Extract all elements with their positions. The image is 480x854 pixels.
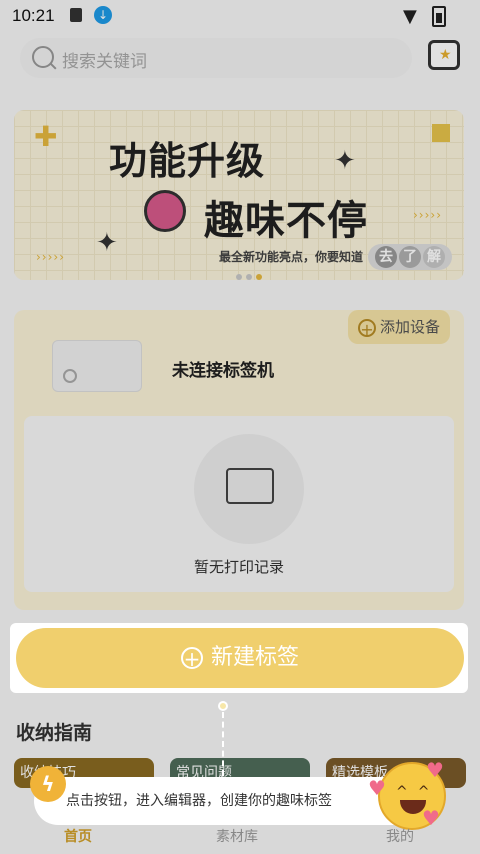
sparkle-icon: ✦ bbox=[96, 228, 118, 258]
guide-pointer-dot bbox=[218, 701, 228, 711]
battery-icon bbox=[432, 6, 446, 27]
banner-title-line2: 趣味不停 bbox=[204, 198, 368, 244]
empty-records-text: 暂无打印记录 bbox=[193, 558, 284, 576]
carousel-indicator bbox=[236, 265, 266, 280]
new-label-text: 新建标签 bbox=[210, 645, 299, 670]
tab-home[interactable]: 首页 bbox=[64, 826, 92, 846]
banner-subtitle: 最全新功能亮点，你要知道 bbox=[219, 250, 364, 264]
heart-icon: ♥ bbox=[426, 758, 444, 782]
square-decoration bbox=[432, 124, 450, 142]
heart-icon: ♥ bbox=[368, 776, 386, 800]
plus-circle-icon: + bbox=[180, 647, 203, 669]
sim-icon bbox=[70, 8, 82, 22]
add-device-label: 添加设备 bbox=[379, 318, 440, 336]
arrows-decoration: ››››› bbox=[36, 250, 65, 264]
print-records-panel: 暂无打印记录 bbox=[24, 416, 454, 592]
tab-materials[interactable]: 素材库 bbox=[216, 826, 258, 846]
search-placeholder: 搜索关键词 bbox=[62, 52, 147, 72]
status-time: 10:21 bbox=[12, 6, 55, 25]
banner-cta[interactable]: 去了解 bbox=[368, 244, 452, 270]
section-title: 收纳指南 bbox=[16, 722, 93, 744]
bottom-tab-bar: 首页 素材库 我的 bbox=[0, 818, 480, 854]
status-bar: 10:21 ↓ ▼ bbox=[0, 0, 480, 32]
empty-printer-icon bbox=[194, 434, 304, 544]
lightning-bulb-icon: ϟ bbox=[30, 766, 66, 802]
promo-banner[interactable]: ✚ 功能升级 ✦ ✦ 趣味不停 ››››› ››››› 最全新功能亮点，你要知道… bbox=[14, 110, 464, 280]
arrows-decoration: ››››› bbox=[413, 208, 442, 222]
wifi-icon: ▼ bbox=[403, 6, 417, 27]
download-icon: ↓ bbox=[94, 6, 112, 24]
add-device-button[interactable]: + 添加设备 bbox=[347, 310, 450, 344]
lightbulb-icon bbox=[144, 190, 186, 232]
guide-pointer-line bbox=[222, 712, 224, 776]
tab-mine[interactable]: 我的 bbox=[386, 826, 414, 846]
favorites-folder-icon[interactable]: ★ bbox=[428, 40, 460, 70]
banner-title-line1: 功能升级 bbox=[109, 139, 266, 183]
search-icon bbox=[32, 46, 54, 68]
banner-cta-char: 了 bbox=[399, 246, 421, 268]
device-card: + 添加设备 未连接标签机 暂无打印记录 bbox=[14, 310, 464, 610]
connection-status: 未连接标签机 bbox=[172, 361, 274, 381]
plus-decoration-icon: ✚ bbox=[34, 120, 58, 153]
printer-image bbox=[52, 340, 142, 392]
plus-circle-icon: + bbox=[357, 318, 376, 338]
new-label-button[interactable]: + 新建标签 bbox=[16, 628, 464, 688]
tooltip-text: 点击按钮，进入编辑器，创建你的趣味标签 bbox=[66, 793, 332, 809]
banner-cta-char: 解 bbox=[423, 246, 445, 268]
banner-cta-char: 去 bbox=[375, 246, 397, 268]
search-bar[interactable]: 搜索关键词 bbox=[20, 38, 412, 78]
sparkle-icon: ✦ bbox=[334, 146, 356, 176]
star-icon: ★ bbox=[439, 47, 452, 63]
